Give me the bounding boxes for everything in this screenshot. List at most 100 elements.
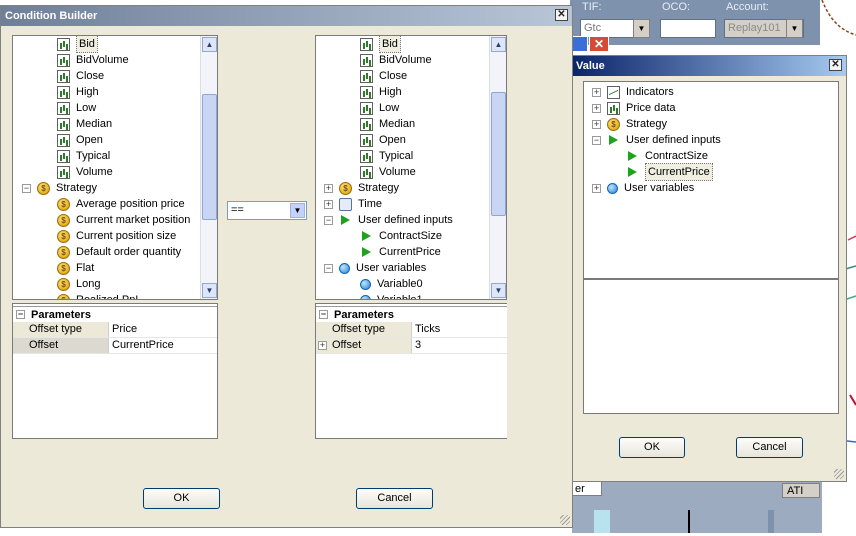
expand-icon[interactable]: +: [318, 341, 327, 350]
right-tree-scrollbar[interactable]: ▲ ▼: [489, 36, 506, 299]
collapse-icon[interactable]: −: [592, 135, 601, 145]
tree-item[interactable]: $ Current market position: [57, 212, 190, 228]
parameter-value[interactable]: CurrentPrice: [109, 338, 217, 353]
tree-item[interactable]: − User defined inputs: [592, 132, 721, 148]
operator-select[interactable]: == ▼: [227, 201, 307, 220]
ok-button[interactable]: OK: [619, 437, 685, 458]
tree-item[interactable]: High: [57, 84, 99, 100]
tree-item[interactable]: BidVolume: [57, 52, 129, 68]
tree-item[interactable]: + Indicators: [592, 84, 674, 100]
tree-item[interactable]: $ Average position price: [57, 196, 185, 212]
tif-dropdown-arrow-icon[interactable]: ▼: [633, 19, 650, 38]
tree-item[interactable]: Variable0: [360, 276, 423, 292]
parameter-value[interactable]: 3: [412, 338, 507, 353]
expand-icon[interactable]: +: [592, 87, 601, 97]
tree-item[interactable]: Low: [360, 100, 399, 116]
chevron-down-icon[interactable]: ▼: [290, 203, 305, 218]
expand-icon[interactable]: +: [592, 119, 601, 129]
tree-item-selected[interactable]: Bid: [57, 36, 98, 53]
tree-item[interactable]: Close: [57, 68, 104, 84]
tree-item[interactable]: Typical: [57, 148, 110, 164]
bar-chart-icon: [57, 101, 70, 115]
tree-item[interactable]: $ Current position size: [57, 228, 176, 244]
parameters-header[interactable]: − Parameters: [13, 306, 217, 322]
resize-grip-icon[interactable]: [560, 515, 570, 525]
expand-icon[interactable]: +: [324, 183, 333, 193]
tree-item[interactable]: Median: [57, 116, 112, 132]
tree-item-selected[interactable]: Bid: [360, 36, 401, 53]
expand-icon[interactable]: +: [592, 183, 601, 193]
ok-button[interactable]: OK: [143, 488, 220, 509]
tree-item-selected[interactable]: CurrentPrice: [626, 163, 713, 181]
tree-item[interactable]: + Time: [324, 196, 382, 212]
expand-icon[interactable]: +: [324, 199, 333, 209]
tree-item[interactable]: Open: [360, 132, 406, 148]
account-dropdown-arrow-icon[interactable]: ▼: [786, 19, 803, 38]
collapse-icon[interactable]: −: [319, 310, 328, 319]
tree-item[interactable]: + User variables: [592, 180, 694, 196]
left-tree-scrollbar[interactable]: ▲ ▼: [200, 36, 217, 299]
bar-chart-icon: [57, 53, 70, 67]
scroll-thumb[interactable]: [491, 92, 506, 216]
scroll-up-icon[interactable]: ▲: [202, 37, 217, 52]
tree-item[interactable]: Typical: [360, 148, 413, 164]
background-button-fragment[interactable]: er: [570, 481, 602, 496]
tree-item[interactable]: $ Long: [57, 276, 100, 292]
parameter-value[interactable]: Price: [109, 322, 217, 337]
tree-item[interactable]: $ Realized PnL: [57, 292, 141, 299]
resize-grip-icon[interactable]: [834, 469, 844, 479]
tree-item[interactable]: + $ Strategy: [592, 116, 667, 132]
tree-item[interactable]: $ Flat: [57, 260, 94, 276]
tree-item[interactable]: Volume: [57, 164, 113, 180]
background-bar: [594, 510, 610, 533]
scroll-down-icon[interactable]: ▼: [491, 283, 506, 298]
tree-item[interactable]: ContractSize: [360, 228, 442, 244]
parameter-row[interactable]: + Offset 3: [316, 338, 507, 354]
parameter-row[interactable]: Offset type Price: [13, 322, 217, 338]
tree-item[interactable]: CurrentPrice: [360, 244, 441, 260]
bar-chart-icon: [57, 69, 70, 83]
tree-item[interactable]: Variable1: [360, 292, 423, 299]
collapse-icon[interactable]: −: [324, 215, 333, 225]
tree-item[interactable]: ContractSize: [626, 148, 708, 164]
scroll-thumb[interactable]: [202, 94, 217, 220]
collapse-icon[interactable]: −: [16, 310, 25, 319]
tree-item-label: Flat: [76, 262, 95, 274]
bar-chart-icon: [360, 133, 373, 147]
tree-item[interactable]: BidVolume: [360, 52, 432, 68]
parameters-header[interactable]: − Parameters: [316, 306, 507, 322]
strategy-coin-icon: $: [607, 117, 620, 131]
value-dialog-titlebar[interactable]: Value ✕: [572, 56, 846, 76]
tree-item[interactable]: + Price data: [592, 100, 676, 116]
operator-value: ==: [231, 204, 244, 216]
parameter-row[interactable]: Offset type Ticks: [316, 322, 507, 338]
collapse-icon[interactable]: −: [22, 183, 31, 193]
tree-item[interactable]: $ Default order quantity: [57, 244, 181, 260]
tree-item[interactable]: Volume: [360, 164, 416, 180]
tree-item[interactable]: + $ Strategy: [324, 180, 399, 196]
condition-builder-titlebar[interactable]: Condition Builder ✕: [1, 6, 572, 26]
tree-item[interactable]: Median: [360, 116, 415, 132]
tree-item-label: Typical: [76, 150, 111, 162]
tree-item[interactable]: Low: [57, 100, 96, 116]
close-icon[interactable]: ✕: [829, 59, 842, 71]
cancel-button[interactable]: Cancel: [736, 437, 803, 458]
tree-item[interactable]: Close: [360, 68, 407, 84]
tree-item[interactable]: High: [360, 84, 402, 100]
tree-item[interactable]: Open: [57, 132, 103, 148]
tree-item[interactable]: − $ Strategy: [22, 180, 97, 196]
expand-icon[interactable]: +: [592, 103, 601, 113]
close-icon[interactable]: ✕: [555, 9, 568, 21]
tree-item[interactable]: − User variables: [324, 260, 426, 276]
scroll-down-icon[interactable]: ▼: [202, 283, 217, 298]
parameter-value[interactable]: Ticks: [412, 322, 507, 337]
tree-item[interactable]: − User defined inputs: [324, 212, 453, 228]
oco-field[interactable]: [660, 19, 716, 38]
collapse-icon[interactable]: −: [324, 263, 333, 273]
parameter-row[interactable]: Offset CurrentPrice: [13, 338, 217, 354]
bar-chart-icon: [360, 149, 373, 163]
close-icon[interactable]: ✕: [589, 36, 609, 52]
cancel-button[interactable]: Cancel: [356, 488, 433, 509]
scroll-up-icon[interactable]: ▲: [491, 37, 506, 52]
background-field[interactable]: ATI: [782, 483, 820, 498]
